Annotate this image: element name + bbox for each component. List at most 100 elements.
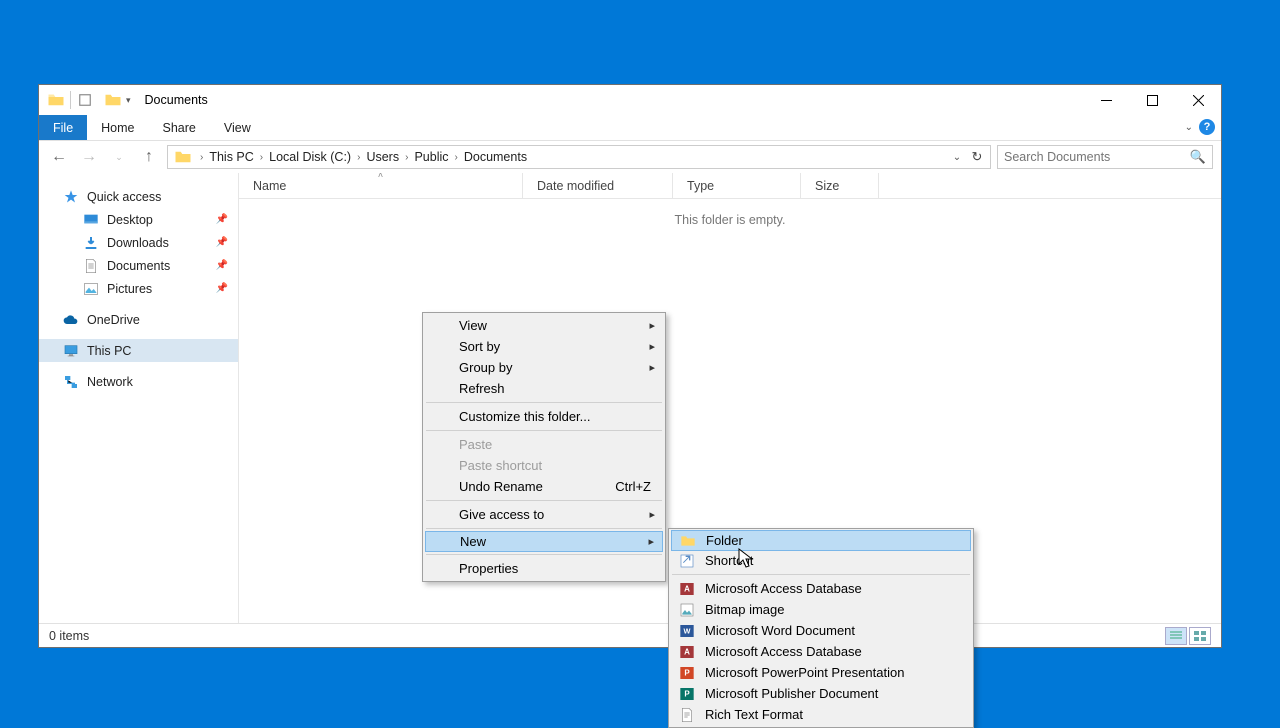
nav-downloads[interactable]: Downloads 📌 xyxy=(39,231,238,254)
tab-file[interactable]: File xyxy=(39,115,87,140)
column-type[interactable]: Type xyxy=(673,173,801,198)
nav-onedrive[interactable]: OneDrive xyxy=(39,308,238,331)
breadcrumb[interactable]: Local Disk (C:) xyxy=(267,150,353,164)
sort-asc-icon: ˄ xyxy=(378,173,383,180)
chevron-right-icon: ▸ xyxy=(649,340,655,353)
access-icon: A xyxy=(679,581,695,597)
close-button[interactable] xyxy=(1175,85,1221,115)
column-label: Name xyxy=(253,179,286,193)
pin-icon: 📌 xyxy=(216,283,228,294)
menu-new-rtf[interactable]: Rich Text Format xyxy=(671,704,971,725)
menu-new-access[interactable]: A Microsoft Access Database xyxy=(671,578,971,599)
chevron-right-icon[interactable]: › xyxy=(353,152,364,163)
address-bar[interactable]: › This PC › Local Disk (C:) › Users › Pu… xyxy=(167,145,991,169)
empty-folder-message: This folder is empty. xyxy=(239,213,1221,227)
pc-icon xyxy=(63,343,79,359)
column-date[interactable]: Date modified xyxy=(523,173,673,198)
nav-desktop[interactable]: Desktop 📌 xyxy=(39,208,238,231)
search-input[interactable] xyxy=(1004,150,1190,164)
forward-button[interactable]: → xyxy=(77,145,101,169)
column-size[interactable]: Size xyxy=(801,173,879,198)
breadcrumb[interactable]: This PC xyxy=(207,150,255,164)
menu-separator xyxy=(426,402,662,403)
address-row: ← → ⌄ ↑ › This PC › Local Disk (C:) › Us… xyxy=(39,141,1221,173)
maximize-button[interactable] xyxy=(1129,85,1175,115)
refresh-button[interactable]: ↻ xyxy=(966,149,988,165)
menu-separator xyxy=(426,528,662,529)
bitmap-icon xyxy=(679,602,695,618)
address-dropdown-icon[interactable]: ⌄ xyxy=(948,152,966,163)
chevron-right-icon: ▸ xyxy=(649,319,655,332)
menu-undo-rename[interactable]: Undo RenameCtrl+Z xyxy=(425,476,663,497)
chevron-right-icon[interactable]: › xyxy=(451,152,462,163)
column-headers: Name ˄ Date modified Type Size xyxy=(239,173,1221,199)
new-submenu: Folder Shortcut A Microsoft Access Datab… xyxy=(668,528,974,728)
menu-sort-by[interactable]: Sort by▸ xyxy=(425,336,663,357)
star-icon xyxy=(63,189,79,205)
svg-text:A: A xyxy=(684,647,690,656)
breadcrumb[interactable]: Users xyxy=(364,150,401,164)
status-bar: 0 items xyxy=(39,623,1221,647)
chevron-right-icon[interactable]: › xyxy=(401,152,412,163)
view-icons-button[interactable] xyxy=(1189,627,1211,645)
qat-dropdown-icon[interactable]: ▾ xyxy=(126,95,131,106)
chevron-right-icon: ▸ xyxy=(649,508,655,521)
powerpoint-icon: P xyxy=(679,665,695,681)
up-button[interactable]: ↑ xyxy=(137,145,161,169)
menu-new-publisher[interactable]: P Microsoft Publisher Document xyxy=(671,683,971,704)
nav-documents[interactable]: Documents 📌 xyxy=(39,254,238,277)
qat-icon[interactable] xyxy=(78,93,92,107)
nav-this-pc[interactable]: This PC xyxy=(39,339,238,362)
menu-view[interactable]: View▸ xyxy=(425,315,663,336)
document-icon xyxy=(83,258,99,274)
view-details-button[interactable] xyxy=(1165,627,1187,645)
nav-label: Pictures xyxy=(107,282,152,296)
menu-new-bitmap[interactable]: Bitmap image xyxy=(671,599,971,620)
search-box[interactable]: 🔍 xyxy=(997,145,1213,169)
nav-label: Desktop xyxy=(107,213,153,227)
menu-refresh[interactable]: Refresh xyxy=(425,378,663,399)
column-name[interactable]: Name ˄ xyxy=(239,173,523,198)
menu-give-access-to[interactable]: Give access to▸ xyxy=(425,504,663,525)
menu-paste: Paste xyxy=(425,434,663,455)
menu-separator xyxy=(426,500,662,501)
folder-icon xyxy=(680,533,696,549)
nav-network[interactable]: Network xyxy=(39,370,238,393)
menu-separator xyxy=(672,574,970,575)
ribbon: File Home Share View ⌄ ? xyxy=(39,115,1221,141)
back-button[interactable]: ← xyxy=(47,145,71,169)
menu-new-folder[interactable]: Folder xyxy=(671,530,971,551)
svg-text:A: A xyxy=(684,584,690,593)
recent-dropdown[interactable]: ⌄ xyxy=(107,145,131,169)
nav-quick-access[interactable]: Quick access xyxy=(39,185,238,208)
word-icon: W xyxy=(679,623,695,639)
rtf-icon xyxy=(679,707,695,723)
svg-text:P: P xyxy=(684,668,690,677)
menu-new-powerpoint[interactable]: P Microsoft PowerPoint Presentation xyxy=(671,662,971,683)
chevron-right-icon[interactable]: › xyxy=(256,152,267,163)
breadcrumb[interactable]: Documents xyxy=(462,150,529,164)
cloud-icon xyxy=(63,312,79,328)
breadcrumb[interactable]: Public xyxy=(412,150,450,164)
tab-share[interactable]: Share xyxy=(149,115,210,140)
tab-home[interactable]: Home xyxy=(87,115,148,140)
ribbon-expand-icon[interactable]: ⌄ xyxy=(1185,122,1193,133)
menu-group-by[interactable]: Group by▸ xyxy=(425,357,663,378)
nav-label: OneDrive xyxy=(87,313,140,327)
publisher-icon: P xyxy=(679,686,695,702)
access-icon: A xyxy=(679,644,695,660)
folder-icon xyxy=(47,91,65,109)
menu-new[interactable]: New▸ xyxy=(425,531,663,552)
chevron-right-icon[interactable]: › xyxy=(196,152,207,163)
menu-properties[interactable]: Properties xyxy=(425,558,663,579)
nav-pictures[interactable]: Pictures 📌 xyxy=(39,277,238,300)
menu-new-shortcut[interactable]: Shortcut xyxy=(671,550,971,571)
menu-customize-folder[interactable]: Customize this folder... xyxy=(425,406,663,427)
tab-view[interactable]: View xyxy=(210,115,265,140)
menu-new-word[interactable]: W Microsoft Word Document xyxy=(671,620,971,641)
help-icon[interactable]: ? xyxy=(1199,119,1215,135)
menu-new-access2[interactable]: A Microsoft Access Database xyxy=(671,641,971,662)
minimize-button[interactable] xyxy=(1083,85,1129,115)
nav-label: Quick access xyxy=(87,190,161,204)
search-icon[interactable]: 🔍 xyxy=(1190,149,1206,165)
